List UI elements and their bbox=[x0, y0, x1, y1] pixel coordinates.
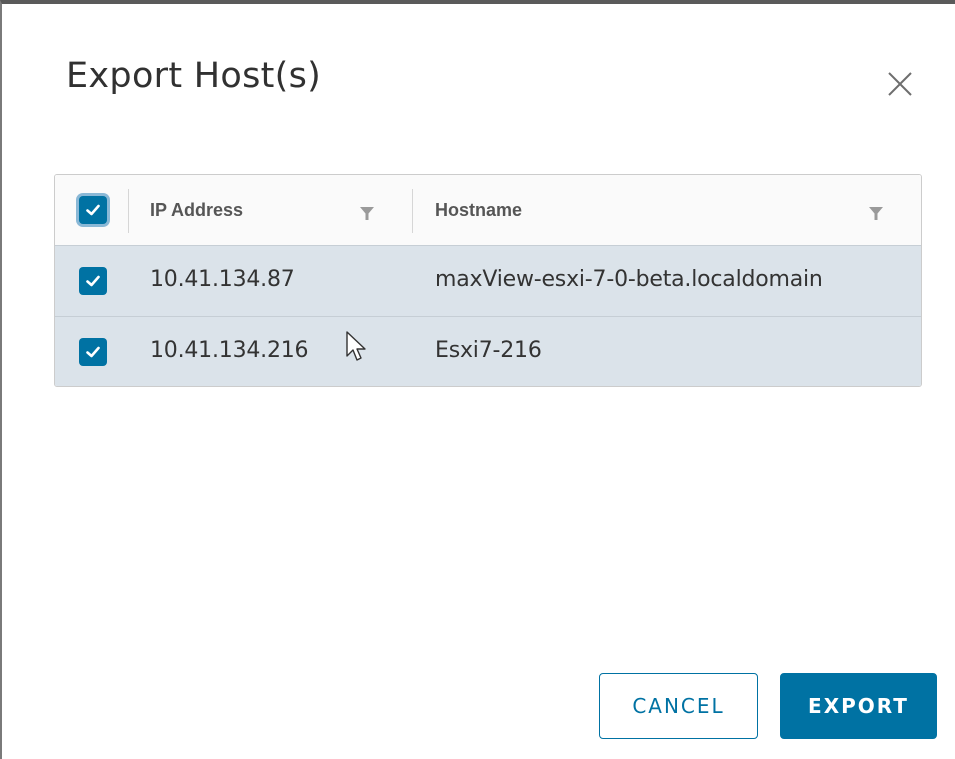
select-all-checkbox[interactable] bbox=[79, 196, 107, 224]
close-button[interactable] bbox=[882, 66, 918, 102]
cell-ip-address: 10.41.134.87 bbox=[150, 267, 295, 292]
hosts-datagrid: IP Address Hostname 10.41.134.87 maxView… bbox=[54, 174, 922, 387]
column-separator bbox=[128, 189, 129, 233]
cancel-button[interactable]: CANCEL bbox=[599, 673, 758, 739]
row-select-checkbox[interactable] bbox=[79, 338, 107, 366]
checkmark-icon bbox=[86, 275, 100, 287]
column-header-hostname[interactable]: Hostname bbox=[435, 200, 522, 221]
checkmark-icon bbox=[86, 204, 100, 216]
dialog-title: Export Host(s) bbox=[66, 56, 322, 96]
table-row[interactable]: 10.41.134.216 Esxi7-216 bbox=[55, 316, 921, 386]
cell-hostname: Esxi7-216 bbox=[435, 338, 542, 363]
checkmark-icon bbox=[86, 346, 100, 358]
table-row[interactable]: 10.41.134.87 maxView-esxi-7-0-beta.local… bbox=[55, 245, 921, 316]
datagrid-header: IP Address Hostname bbox=[55, 175, 921, 245]
cell-hostname: maxView-esxi-7-0-beta.localdomain bbox=[435, 267, 823, 292]
filter-icon[interactable] bbox=[868, 206, 884, 222]
export-button[interactable]: EXPORT bbox=[780, 673, 937, 739]
cell-ip-address: 10.41.134.216 bbox=[150, 338, 309, 363]
close-icon bbox=[888, 72, 912, 96]
mouse-pointer-icon bbox=[345, 330, 369, 364]
filter-icon[interactable] bbox=[359, 206, 375, 222]
row-select-checkbox[interactable] bbox=[79, 267, 107, 295]
column-header-ip-address[interactable]: IP Address bbox=[150, 200, 243, 221]
export-hosts-dialog: Export Host(s) IP Address Hostname 10.41… bbox=[0, 0, 955, 759]
column-separator[interactable] bbox=[412, 189, 413, 233]
